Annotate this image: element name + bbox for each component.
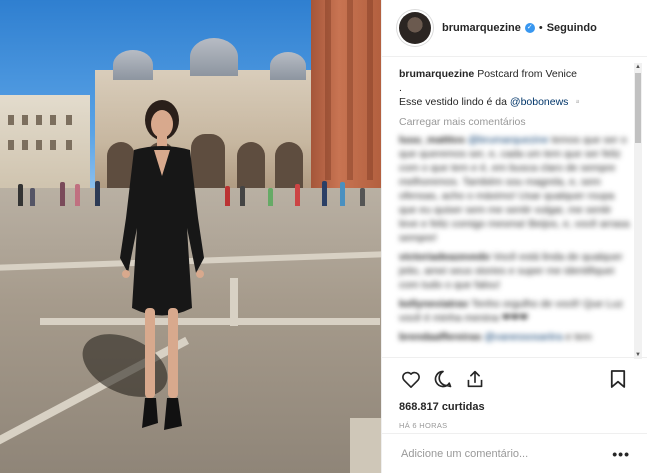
comment-mention[interactable]: @vanessosariira	[484, 331, 562, 343]
heart-icon[interactable]	[399, 367, 423, 391]
caption-text: Postcard from Venice	[477, 68, 577, 80]
verified-icon: ✓	[524, 23, 535, 33]
following-button[interactable]: Seguindo	[547, 22, 597, 34]
comment-icon[interactable]	[431, 367, 455, 391]
post-actions: 868.817 curtidas HÁ 6 HORAS	[382, 357, 647, 445]
comment-item: brendaaffereiras @vanessosariira e tem	[399, 330, 630, 344]
caption-dot-line: .	[399, 82, 402, 94]
caption-line3: Esse vestido lindo é da @bobonews ▫️	[399, 95, 630, 109]
more-options-icon[interactable]: •••	[612, 446, 630, 462]
post-header: brumarquezine ✓ • Seguindo	[382, 0, 647, 57]
caption-line3-text: Esse vestido lindo é da	[399, 96, 510, 108]
bookmark-icon[interactable]	[606, 367, 630, 391]
comment-username[interactable]: brendaaffereiras	[399, 331, 481, 343]
comment-mention[interactable]: @brumarquezine	[468, 134, 549, 146]
post-photo[interactable]	[0, 0, 381, 473]
comment-username[interactable]: kellyneviatrav	[399, 298, 468, 310]
comment-text: temos que ser o que queremos ser, e, cad…	[399, 134, 630, 244]
separator-dot: •	[538, 22, 543, 34]
mention-link[interactable]: @bobonews	[510, 96, 569, 108]
post-timestamp[interactable]: HÁ 6 HORAS	[399, 421, 630, 430]
comment-username[interactable]: luuu_matttos	[399, 134, 465, 146]
comment-item: victoriadeazevedo Você está linda de qua…	[399, 250, 630, 292]
action-icons	[399, 366, 630, 392]
bell-tower	[311, 0, 381, 190]
comments-scrollbar[interactable]: ▲ ▼	[634, 63, 642, 359]
share-icon[interactable]	[463, 367, 487, 391]
comment-username[interactable]: victoriadeazevedo	[399, 251, 490, 263]
load-more-comments[interactable]: Carregar mais comentários	[399, 115, 630, 129]
scroll-up-arrow-icon[interactable]: ▲	[634, 63, 642, 71]
caption-username[interactable]: brumarquezine	[399, 68, 474, 80]
comment-input[interactable]	[399, 446, 613, 461]
comment-item: luuu_matttos @brumarquezine temos que se…	[399, 133, 630, 245]
avatar[interactable]	[399, 12, 431, 44]
instagram-post: brumarquezine ✓ • Seguindo brumarquezine…	[0, 0, 647, 473]
scrollbar-thumb[interactable]	[635, 73, 641, 143]
add-comment-bar: •••	[382, 433, 647, 473]
comment-text: e tem	[562, 331, 592, 343]
post-details-panel: brumarquezine ✓ • Seguindo brumarquezine…	[381, 0, 647, 473]
building-left	[0, 95, 90, 190]
comments-list[interactable]: brumarquezine Postcard from Venice . Ess…	[382, 57, 647, 357]
caption: brumarquezine Postcard from Venice	[399, 67, 630, 81]
blurred-comments: luuu_matttos @brumarquezine temos que se…	[399, 133, 630, 344]
likes-count[interactable]: 868.817 curtidas	[399, 401, 630, 413]
comment-item: kellyneviatrav Tenho orgulho de você! Qu…	[399, 297, 630, 325]
username-link[interactable]: brumarquezine	[442, 22, 521, 34]
caption-line3-emoji: ▫️	[568, 96, 585, 108]
woman-in-dress	[120, 100, 204, 430]
